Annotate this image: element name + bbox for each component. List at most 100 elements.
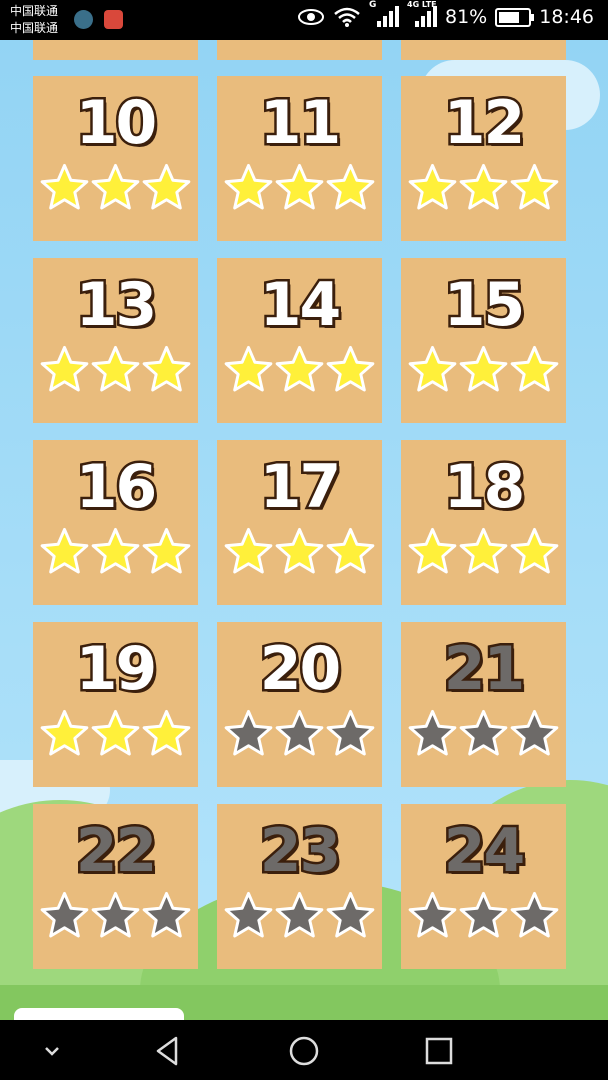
star-empty-icon xyxy=(224,891,273,938)
star-filled-icon xyxy=(510,163,559,210)
star-empty-icon xyxy=(40,891,89,938)
star-empty-icon xyxy=(275,891,324,938)
star-filled-icon xyxy=(408,345,457,392)
star-filled-icon xyxy=(326,345,375,392)
app-icon-2 xyxy=(104,10,123,29)
star-empty-icon xyxy=(224,709,273,756)
navigation-bar xyxy=(0,1020,608,1080)
level-number: 21 xyxy=(441,632,528,707)
star-filled-icon xyxy=(408,163,457,210)
star-rating xyxy=(223,890,376,942)
star-filled-icon xyxy=(275,527,324,574)
star-empty-icon xyxy=(510,709,559,756)
star-empty-icon xyxy=(91,891,140,938)
star-empty-icon xyxy=(459,709,508,756)
star-filled-icon xyxy=(275,345,324,392)
star-empty-icon xyxy=(408,709,457,756)
level-tile-21[interactable]: 21 xyxy=(401,622,566,787)
star-filled-icon xyxy=(142,345,191,392)
status-icons: G 4G LTE 81% 18:46 xyxy=(297,0,594,28)
level-tile-18[interactable]: 18 xyxy=(401,440,566,605)
star-filled-icon xyxy=(40,345,89,392)
star-rating xyxy=(407,708,560,760)
level-tile-22[interactable]: 22 xyxy=(33,804,198,969)
level-tile-partial[interactable] xyxy=(33,40,198,60)
star-rating xyxy=(39,890,192,942)
level-number: 10 xyxy=(73,86,160,161)
star-filled-icon xyxy=(510,345,559,392)
star-empty-icon xyxy=(275,709,324,756)
level-number: 19 xyxy=(73,632,160,707)
level-number: 15 xyxy=(441,268,528,343)
star-filled-icon xyxy=(91,345,140,392)
level-tile-20[interactable]: 20 xyxy=(217,622,382,787)
carrier-1: 中国联通 xyxy=(10,4,59,18)
level-select-screen: 10 11 12 13 14 15 16 17 18 19 20 21 22 23 24 xyxy=(0,40,608,1020)
star-filled-icon xyxy=(326,527,375,574)
level-number: 13 xyxy=(73,268,160,343)
star-empty-icon xyxy=(459,891,508,938)
level-tile-partial[interactable] xyxy=(217,40,382,60)
star-rating xyxy=(39,708,192,760)
level-number: 16 xyxy=(73,450,160,525)
level-tile-13[interactable]: 13 xyxy=(33,258,198,423)
star-filled-icon xyxy=(224,345,273,392)
level-tile-24[interactable]: 24 xyxy=(401,804,566,969)
star-filled-icon xyxy=(326,163,375,210)
battery-icon xyxy=(495,7,535,27)
star-empty-icon xyxy=(326,891,375,938)
level-tile-23[interactable]: 23 xyxy=(217,804,382,969)
level-number: 14 xyxy=(257,268,344,343)
star-rating xyxy=(407,344,560,396)
star-filled-icon xyxy=(40,709,89,756)
eye-icon xyxy=(298,9,324,25)
clock: 18:46 xyxy=(539,6,594,28)
star-filled-icon xyxy=(459,345,508,392)
level-number: 17 xyxy=(257,450,344,525)
level-tile-17[interactable]: 17 xyxy=(217,440,382,605)
battery-percent: 81% xyxy=(445,6,488,28)
star-rating xyxy=(407,890,560,942)
wifi-icon xyxy=(334,7,360,27)
star-filled-icon xyxy=(142,527,191,574)
star-filled-icon xyxy=(408,527,457,574)
level-tile-12[interactable]: 12 xyxy=(401,76,566,241)
level-tile-15[interactable]: 15 xyxy=(401,258,566,423)
chevron-down-icon[interactable] xyxy=(36,1035,68,1067)
home-icon[interactable] xyxy=(288,1035,320,1067)
star-rating xyxy=(223,162,376,214)
level-tile-partial[interactable] xyxy=(401,40,566,60)
star-empty-icon xyxy=(326,709,375,756)
star-filled-icon xyxy=(142,163,191,210)
level-tile-14[interactable]: 14 xyxy=(217,258,382,423)
level-number: 20 xyxy=(257,632,344,707)
level-tile-16[interactable]: 16 xyxy=(33,440,198,605)
star-rating xyxy=(39,526,192,578)
level-number: 22 xyxy=(73,814,160,889)
star-empty-icon xyxy=(510,891,559,938)
status-bar: 中国联通 中国联通 G 4G LTE 81% 18:46 xyxy=(0,0,608,40)
star-rating xyxy=(223,344,376,396)
level-number: 18 xyxy=(441,450,528,525)
level-number: 11 xyxy=(257,86,344,161)
level-number: 23 xyxy=(257,814,344,889)
signal-icon: G xyxy=(369,0,399,28)
star-empty-icon xyxy=(408,891,457,938)
level-tile-11[interactable]: 11 xyxy=(217,76,382,241)
level-tile-10[interactable]: 10 xyxy=(33,76,198,241)
star-filled-icon xyxy=(459,163,508,210)
star-filled-icon xyxy=(40,163,89,210)
bottom-tab xyxy=(14,1008,184,1020)
level-tile-19[interactable]: 19 xyxy=(33,622,198,787)
carrier-labels: 中国联通 中国联通 xyxy=(10,3,58,37)
star-rating xyxy=(407,162,560,214)
star-rating xyxy=(39,344,192,396)
signal-icon: 4G LTE xyxy=(407,0,437,28)
star-filled-icon xyxy=(510,527,559,574)
star-filled-icon xyxy=(91,709,140,756)
recents-icon[interactable] xyxy=(423,1035,455,1067)
star-rating xyxy=(407,526,560,578)
star-rating xyxy=(223,526,376,578)
back-icon[interactable] xyxy=(152,1035,184,1067)
star-filled-icon xyxy=(459,527,508,574)
